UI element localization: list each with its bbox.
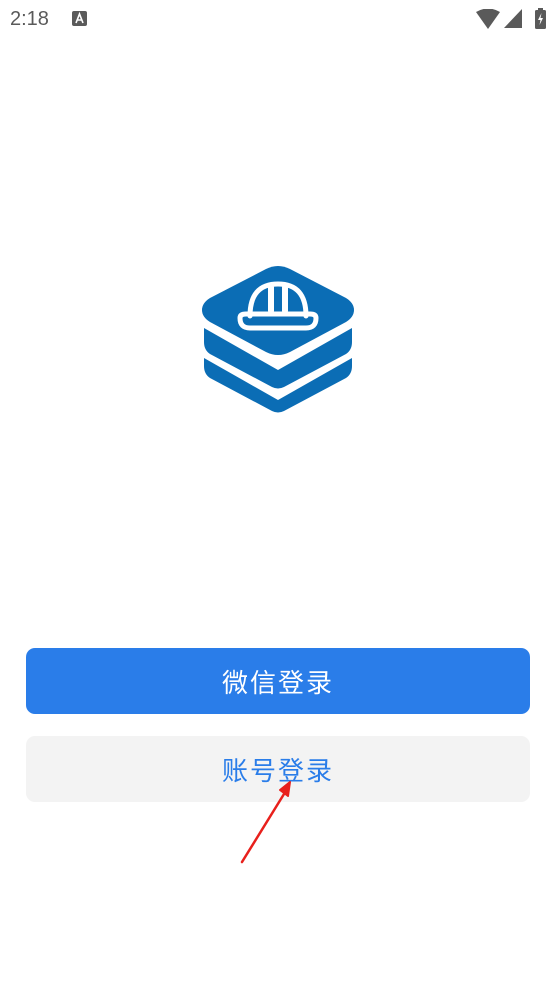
annotation-arrow-icon <box>240 781 291 864</box>
font-a-icon <box>72 11 87 26</box>
status-time: 2:18 <box>10 8 49 30</box>
hard-hat-stack-logo <box>202 266 354 413</box>
wechat-login-button[interactable]: 微信登录 <box>26 648 530 714</box>
battery-charging-icon <box>535 8 546 29</box>
wifi-icon <box>476 9 500 29</box>
cellular-signal-icon <box>504 9 522 28</box>
status-bar: 2:18 <box>0 0 556 38</box>
